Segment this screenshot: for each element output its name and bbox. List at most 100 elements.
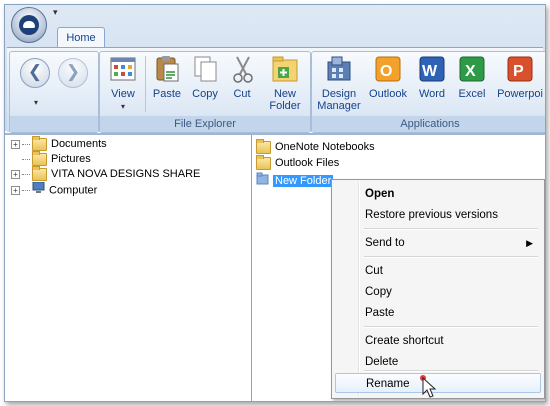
app-logo-icon [19,15,39,35]
powerpoint-button[interactable]: P Powerpoi [494,54,545,100]
tree-item-label: VITA NOVA DESIGNS SHARE [51,168,201,180]
menu-separator [364,326,538,328]
menu-item-copy[interactable]: Copy [335,282,541,302]
tree-connector [22,158,30,160]
back-button[interactable]: ❮ [20,58,50,88]
copy-icon [190,54,220,84]
file-item-label: New Folder [273,174,334,187]
tree-item-label: Computer [49,184,98,197]
expand-icon[interactable]: + [11,186,20,195]
view-button[interactable]: View ▾ [106,54,140,113]
ribbon: ▾ Home ❮ ❯ ▾ View ▾ Paste Copy Cut New F… [5,5,545,133]
new-folder-button[interactable]: New Folder [266,54,304,112]
paste-label: Paste [152,88,182,100]
applications-group-title: Applications [312,116,545,132]
file-item-onenote-notebooks[interactable]: OneNote Notebooks [256,138,375,155]
pictures-folder-icon [32,150,47,166]
file-item-label: OneNote Notebooks [275,141,375,153]
menu-separator [364,256,538,258]
excel-button[interactable]: X Excel [454,54,490,100]
file-explorer-group-title: File Explorer [100,116,310,132]
folder-icon [256,138,271,154]
expand-icon[interactable]: + [11,169,20,179]
view-label: View [111,88,135,100]
menu-item-restore-previous-versions[interactable]: Restore previous versions [335,205,541,225]
view-icon [108,54,138,84]
menu-item-open[interactable]: Open [335,184,541,204]
menu-item-delete[interactable]: Delete [335,352,541,372]
applications-group: Design Manager O Outlook W Word X Excel P… [311,51,545,133]
tree-connector [22,173,30,175]
menu-separator [364,228,538,230]
file-explorer-window: ▾ Home ❮ ❯ ▾ View ▾ Paste Copy Cut New F… [4,4,546,402]
tree-item-label: Documents [51,138,107,150]
tree-item-label: Pictures [51,153,91,165]
scissors-icon [228,54,258,84]
menu-item-create-shortcut[interactable]: Create shortcut [335,331,541,351]
file-item-new-folder[interactable]: New Folder [256,172,334,190]
excel-label: Excel [458,88,486,100]
new-folder-label-line1: New [273,88,296,100]
svg-text:O: O [380,63,392,80]
file-item-outlook-files[interactable]: Outlook Files [256,154,340,171]
tree-item-vita-nova-designs-share[interactable]: + VITA NOVA DESIGNS SHARE [11,165,201,182]
context-menu: Open Restore previous versions Send to ▶ … [331,179,545,399]
svg-text:X: X [465,63,476,80]
application-menu-button[interactable] [11,7,47,43]
navigation-group-footer [10,116,98,132]
submenu-arrow-icon: ▶ [526,238,533,248]
new-folder-icon [270,54,300,84]
computer-icon [32,181,45,199]
tree-item-pictures[interactable]: Pictures [11,150,91,167]
copy-button[interactable]: Copy [188,54,222,100]
forward-arrow-icon: ❯ [65,62,81,81]
send-to-label: Send to [365,237,405,249]
svg-text:W: W [422,63,438,80]
tree-connector [22,190,30,191]
tab-home[interactable]: Home [57,27,105,48]
outlook-button[interactable]: O Outlook [366,54,410,100]
svg-text:P: P [513,63,524,80]
share-folder-icon [32,165,47,181]
paste-icon [152,54,182,84]
paste-button[interactable]: Paste [150,54,184,100]
mouse-cursor-icon [420,375,440,401]
forward-button[interactable]: ❯ [58,58,88,88]
design-manager-label-line2: Manager [317,100,361,112]
folder-icon [256,154,271,170]
cut-label: Cut [233,88,251,100]
word-label: Word [418,88,446,100]
powerpoint-label: Powerpoi [497,88,543,100]
menu-item-send-to[interactable]: Send to ▶ [335,233,541,253]
design-manager-button[interactable]: Design Manager [316,54,362,112]
excel-icon: X [457,54,487,84]
menu-item-paste[interactable]: Paste [335,303,541,323]
navigation-group: ❮ ❯ ▾ [9,51,99,133]
expand-icon[interactable]: + [11,139,20,149]
file-explorer-group: View ▾ Paste Copy Cut New Folder File Expl… [99,51,311,133]
design-manager-icon [324,54,354,84]
cut-button[interactable]: Cut [228,54,256,100]
group-divider [145,56,146,112]
documents-folder-icon [32,135,47,151]
design-manager-label-line1: Design [321,88,357,100]
folder-icon [256,172,269,190]
file-item-label: Outlook Files [275,157,340,169]
word-button[interactable]: W Word [414,54,450,100]
menu-item-cut[interactable]: Cut [335,261,541,281]
tree-item-computer[interactable]: + Computer [11,181,98,199]
word-icon: W [417,54,447,84]
tree-item-documents[interactable]: + Documents [11,135,107,152]
quick-access-dropdown-icon[interactable]: ▾ [53,7,58,18]
menu-separator [364,370,538,372]
folder-tree-pane: + Documents Pictures + VITA NOVA DESIGNS S… [5,135,252,401]
outlook-label: Outlook [369,88,407,100]
copy-label: Copy [192,88,218,100]
recent-locations-dropdown-icon[interactable]: ▾ [34,98,38,107]
back-arrow-icon: ❮ [27,62,43,81]
view-dropdown-icon: ▾ [120,102,125,111]
new-folder-label-line2: Folder [269,100,301,112]
tree-connector [22,143,30,145]
powerpoint-icon: P [505,54,535,84]
outlook-icon: O [373,54,403,84]
